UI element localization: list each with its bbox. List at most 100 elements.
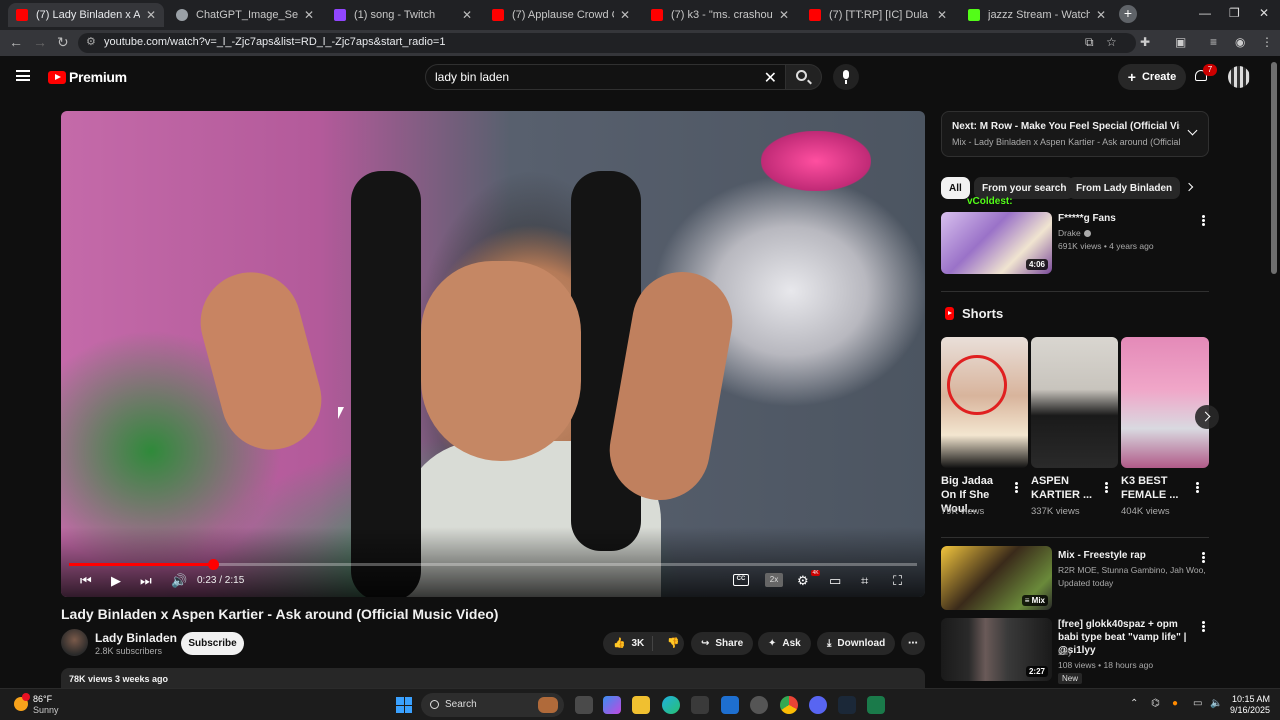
browser-tab-twitch[interactable]: (1) song - Twitch ✕ <box>326 3 480 27</box>
dislike-button[interactable]: 👎 <box>659 638 679 649</box>
more-vertical-icon[interactable] <box>1202 219 1205 222</box>
more-vertical-icon[interactable] <box>1015 486 1018 489</box>
like-button[interactable]: 👍 3K <box>603 636 653 651</box>
short-thumbnail[interactable] <box>941 337 1028 468</box>
system-clock[interactable]: 10:15 AM 9/16/2025 <box>1228 694 1270 716</box>
display-icon[interactable]: ▭ <box>1193 698 1202 709</box>
volume-icon[interactable]: 🔊 <box>171 573 187 589</box>
close-tab-icon[interactable]: ✕ <box>304 8 314 22</box>
channel-name[interactable]: Lady Binladen <box>95 631 177 645</box>
short-thumbnail[interactable] <box>1031 337 1118 468</box>
browser-menu-icon[interactable]: ⋮ <box>1261 35 1273 49</box>
extensions-icon[interactable]: ✚ <box>1140 35 1150 49</box>
edge-icon[interactable] <box>662 696 680 714</box>
up-next-panel[interactable]: Next: M Row - Make You Feel Special (Off… <box>941 111 1209 157</box>
progress-bar[interactable] <box>69 559 917 570</box>
discord-icon[interactable] <box>809 696 827 714</box>
short-title[interactable]: ASPEN KARTIER ... <box>1031 474 1101 502</box>
chrome-icon[interactable] <box>780 696 798 714</box>
search-input[interactable] <box>435 70 755 84</box>
short-thumbnail[interactable] <box>1121 337 1209 468</box>
back-icon[interactable]: ← <box>9 34 23 50</box>
more-vertical-icon[interactable] <box>1202 556 1205 559</box>
voice-search-button[interactable] <box>833 64 859 90</box>
store-icon[interactable] <box>691 696 709 714</box>
browser-tab-dula-prime[interactable]: (7) [TT:RP] [IC] Dula Prime x Pri ✕ <box>801 3 955 27</box>
video-player[interactable]: ⏮ ▶ ⏭ 🔊 0:23 / 2:15 CC 2x ⚙ 4K ▭ ⌗ ⛶ <box>61 111 925 597</box>
minimize-icon[interactable]: — <box>1199 6 1211 20</box>
close-tab-icon[interactable]: ✕ <box>462 8 472 22</box>
address-bar[interactable]: ⚙ youtube.com/watch?v=_l_-Zjc7aps&list=R… <box>78 33 1136 53</box>
microphone-tray-icon[interactable]: ● <box>1172 698 1178 709</box>
close-window-icon[interactable]: ✕ <box>1259 6 1269 20</box>
next-icon[interactable]: ⏭ <box>140 573 152 589</box>
more-vertical-icon[interactable] <box>1105 486 1108 489</box>
install-app-icon[interactable]: ⧉ <box>1085 35 1094 50</box>
new-tab-button[interactable]: + <box>1119 5 1137 23</box>
video-thumbnail[interactable]: 2:27 <box>941 618 1052 681</box>
close-tab-icon[interactable]: ✕ <box>146 8 156 22</box>
more-vertical-icon[interactable] <box>1202 625 1205 628</box>
create-button[interactable]: + Create <box>1118 64 1186 90</box>
browser-tab-kick[interactable]: jazzz Stream - Watch Live on Ki ✕ <box>960 3 1114 27</box>
profile-icon[interactable]: ◉ <box>1235 35 1245 49</box>
video-title[interactable]: [free] glokk40spaz + opm babi type beat … <box>1058 618 1198 657</box>
video-thumbnail[interactable]: 4:06 <box>941 212 1052 274</box>
shorts-next-button[interactable] <box>1195 405 1219 429</box>
mix-thumbnail[interactable]: ≡ Mix <box>941 546 1052 610</box>
theater-mode-icon[interactable]: ▭ <box>829 573 841 589</box>
chip-from-lady-binladen[interactable]: From Lady Binladen <box>1068 177 1181 199</box>
settings-gear-icon[interactable]: ⚙ <box>797 573 809 589</box>
file-explorer-icon[interactable] <box>632 696 650 714</box>
site-info-icon[interactable]: ⚙ <box>86 35 96 48</box>
forward-icon[interactable]: → <box>33 34 47 50</box>
close-tab-icon[interactable]: ✕ <box>937 8 947 22</box>
reload-icon[interactable]: ↻ <box>57 34 69 51</box>
search-button[interactable] <box>786 64 822 90</box>
ask-button[interactable]: ✦ Ask <box>758 632 811 655</box>
page-scrollbar[interactable] <box>1271 62 1277 274</box>
subscribe-button[interactable]: Subscribe <box>181 632 244 655</box>
channel-avatar[interactable] <box>61 629 88 656</box>
task-view-icon[interactable] <box>575 696 593 714</box>
browser-tab-applause[interactable]: (7) Applause Crowd Cheering s ✕ <box>484 3 638 27</box>
terminal-icon[interactable] <box>867 696 885 714</box>
search-box[interactable]: ✕ <box>425 64 786 90</box>
account-avatar[interactable] <box>1228 66 1250 88</box>
more-actions-button[interactable]: ⋯ <box>901 632 925 655</box>
browser-tab-youtube-active[interactable]: (7) Lady Binladen x Aspen Kartier - Ask … <box>8 3 164 27</box>
close-tab-icon[interactable]: ✕ <box>1096 8 1106 22</box>
youtube-premium-logo[interactable]: Premium <box>48 69 127 85</box>
app-icon[interactable] <box>750 696 768 714</box>
description-box[interactable]: 78K views 3 weeks ago <box>61 668 925 688</box>
previous-icon[interactable]: ⏮ <box>80 573 92 589</box>
chevron-right-icon[interactable] <box>1184 182 1194 192</box>
chevron-up-icon[interactable]: ⌃ <box>1130 698 1138 709</box>
close-tab-icon[interactable]: ✕ <box>779 8 789 22</box>
copilot-icon[interactable] <box>603 696 621 714</box>
browser-tab-chatgpt-image[interactable]: ChatGPT_Image_Sep_16_2025_ ✕ <box>168 3 322 27</box>
taskbar-search[interactable]: Search <box>421 693 564 717</box>
fullscreen-icon[interactable]: ⛶ <box>893 573 902 589</box>
subtitles-button[interactable]: CC <box>733 574 749 586</box>
clear-search-icon[interactable]: ✕ <box>764 68 777 88</box>
bookmark-star-icon[interactable]: ☆ <box>1106 35 1117 49</box>
play-icon[interactable]: ▶ <box>111 573 121 589</box>
chip-all[interactable]: All <box>941 177 970 199</box>
download-button[interactable]: ⤓ Download <box>817 632 896 655</box>
split-view-icon[interactable]: ▣ <box>1175 35 1186 49</box>
cast-icon[interactable]: ⌗ <box>861 573 868 589</box>
close-tab-icon[interactable]: ✕ <box>620 8 630 22</box>
browser-tab-k3[interactable]: (7) k3 - "ms. crashout" [dir. by ✕ <box>643 3 797 27</box>
video-title[interactable]: F*****g Fans <box>1058 212 1116 225</box>
more-vertical-icon[interactable] <box>1196 486 1199 489</box>
playback-speed-button[interactable]: 2x <box>765 573 783 587</box>
short-title[interactable]: K3 BEST FEMALE ... <box>1121 474 1191 502</box>
notifications-button[interactable]: 7 <box>1194 64 1217 84</box>
media-controls-icon[interactable]: ≡ <box>1210 35 1217 49</box>
volume-tray-icon[interactable]: 🔈 <box>1210 698 1222 709</box>
network-icon[interactable]: ⌬ <box>1151 698 1160 709</box>
video-title[interactable]: Mix - Freestyle rap <box>1058 549 1146 562</box>
chevron-down-icon[interactable] <box>1187 125 1198 136</box>
share-button[interactable]: ↪ Share <box>691 632 754 655</box>
